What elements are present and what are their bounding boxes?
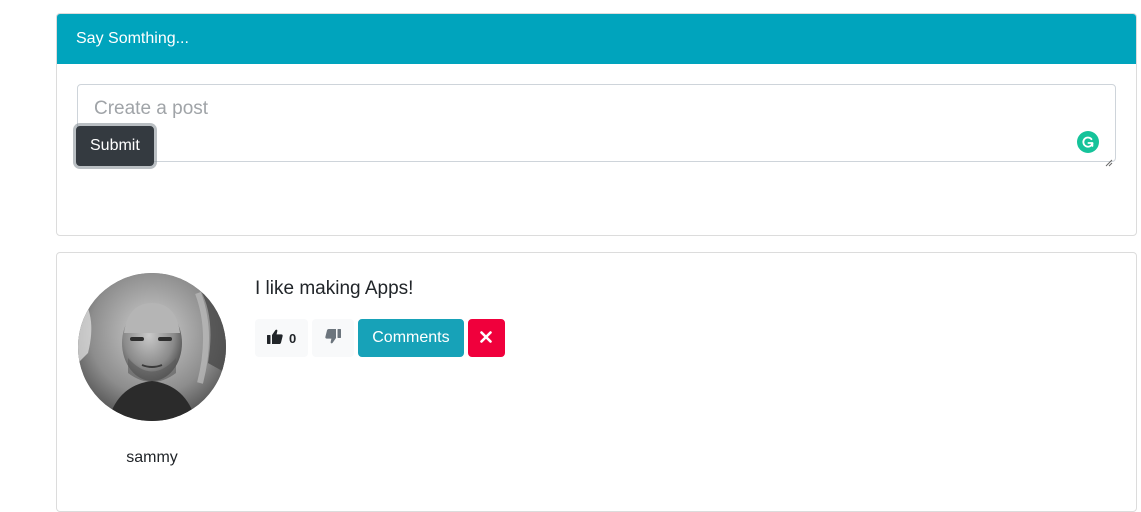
close-icon xyxy=(480,330,492,346)
avatar xyxy=(78,273,226,421)
resize-handle-icon[interactable] xyxy=(1105,151,1113,167)
submit-button[interactable]: Submit xyxy=(76,126,154,166)
delete-post-button[interactable] xyxy=(467,319,505,357)
thumbs-down-icon xyxy=(325,329,342,347)
grammarly-icon[interactable] xyxy=(1077,131,1099,153)
post-form-header: Say Somthing... xyxy=(57,14,1136,64)
thumbs-up-icon xyxy=(267,329,283,347)
post-card: sammy I like making Apps! 0 Comments xyxy=(56,252,1137,512)
comments-button[interactable]: Comments xyxy=(358,319,464,357)
post-username: sammy xyxy=(126,449,178,466)
post-actions: 0 Comments xyxy=(255,319,505,357)
create-post-textarea[interactable]: Create a post xyxy=(77,84,1116,167)
post-text: I like making Apps! xyxy=(255,278,414,299)
post-form-body: Create a post xyxy=(57,64,1136,182)
like-count: 0 xyxy=(289,330,297,346)
post-form-title: Say Somthing... xyxy=(76,30,189,47)
like-button[interactable]: 0 xyxy=(255,319,309,357)
post-form-card: Say Somthing... Create a post Submit xyxy=(56,13,1137,236)
dislike-button[interactable] xyxy=(312,319,355,357)
create-post-placeholder: Create a post xyxy=(94,98,209,119)
